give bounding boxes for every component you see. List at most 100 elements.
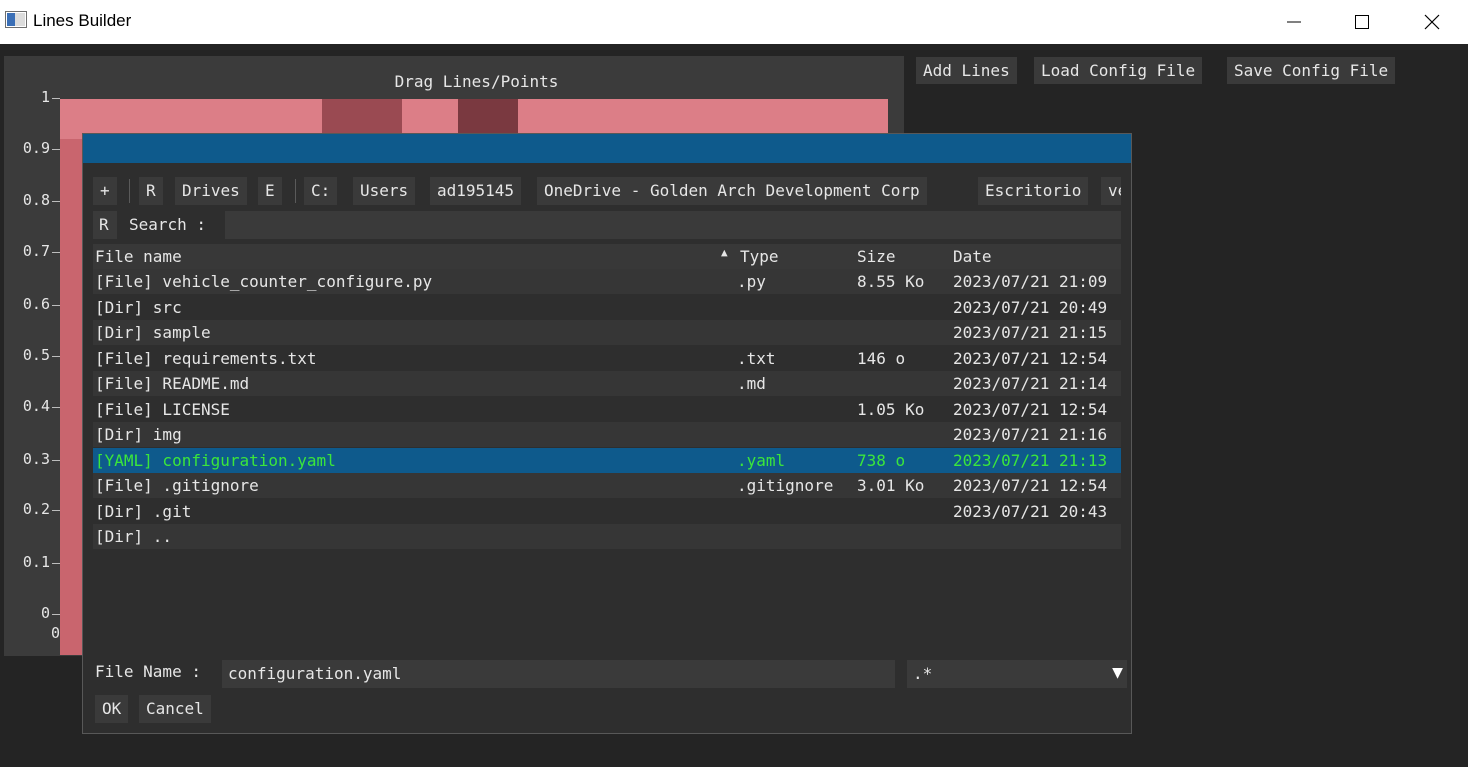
y-tick-label: 0 [40,604,50,622]
add-lines-button[interactable]: Add Lines [916,57,1017,84]
dropdown-arrow-icon: ▼ [1112,662,1123,683]
table-row-selected[interactable]: [YAML] configuration.yaml .yaml 738 o 2023/… [93,447,1121,473]
y-tick-mark [52,305,60,306]
path-segment-escritorio[interactable]: Escritorio [978,177,1089,205]
table-row[interactable]: [Dir] img 2023/07/21 21:16 [93,422,1121,447]
cell-name: [File] vehicle_counter_configure.py [95,272,433,291]
new-folder-button[interactable]: + [93,177,117,205]
cell-type: .py [737,272,766,291]
y-tick-mark [52,149,60,150]
table-row[interactable]: [Dir] .git 2023/07/21 20:43 [93,499,1121,524]
sort-ascending-icon: ▲ [721,246,728,259]
cell-date: 2023/07/21 21:14 [953,374,1108,393]
file-name-label: File Name : [95,662,201,681]
y-tick-label: 0.9 [22,139,50,157]
y-tick-mark [52,407,60,408]
cell-date: 2023/07/21 21:09 [953,272,1108,291]
column-header-date[interactable]: Date [953,247,992,266]
y-tick-mark [52,460,60,461]
window-title: Lines Builder [33,11,132,30]
filter-value: .* [913,664,933,683]
y-tick-label: 1 [40,88,50,106]
cell-name: [File] requirements.txt [95,348,317,368]
file-table: File name ▲ Type Size Date [File] vehicl… [93,244,1121,649]
table-row[interactable]: [File] vehicle_counter_configure.py .py 8.… [93,269,1121,294]
y-tick-label: 0.1 [22,553,50,571]
drives-button[interactable]: Drives [175,177,247,205]
path-segment-onedrive[interactable]: OneDrive - Golden Arch Development Corp [537,177,927,205]
close-icon [1424,14,1440,30]
path-segment-drive[interactable]: C: [304,177,338,205]
cell-type: .gitignore [737,476,834,495]
y-tick-mark [52,98,60,99]
path-bar: + R Drives E C: Users ad195145 OneDrive … [93,177,1121,205]
table-row[interactable]: [File] requirements.txt .txt 146 o 2023/07/… [93,346,1121,371]
cell-name: [Dir] .git [95,501,192,521]
window-titlebar: Lines Builder [0,0,1468,44]
cell-size: 8.55 Ko [857,272,925,291]
close-button[interactable] [1409,0,1455,44]
table-row[interactable]: [Dir] .. [93,524,1121,549]
table-row[interactable]: [Dir] src 2023/07/21 20:49 [93,295,1121,320]
cell-name: [Dir] src [95,297,182,317]
maximize-button[interactable] [1339,0,1385,44]
cell-date: 2023/07/21 12:54 [953,348,1108,368]
y-tick-mark [52,356,60,357]
path-segment-user[interactable]: ad195145 [430,177,522,205]
maximize-icon [1355,15,1369,29]
y-tick-label: 0.6 [22,295,50,313]
cell-date: 2023/07/21 21:15 [953,323,1108,342]
search-input[interactable] [225,211,1121,239]
edit-path-button[interactable]: E [258,177,282,205]
save-config-button[interactable]: Save Config File [1227,57,1396,84]
cell-name: [YAML] configuration.yaml [95,450,336,470]
x-tick-label: 0 [51,624,61,642]
cell-date: 2023/07/21 20:43 [953,501,1108,521]
cell-type: .yaml [737,450,786,470]
y-tick-mark [52,201,60,202]
y-tick-label: 0.4 [22,397,50,415]
load-config-button[interactable]: Load Config File [1034,57,1203,84]
search-label: Search : [129,215,207,234]
path-segment-users[interactable]: Users [353,177,416,205]
cell-date: 2023/07/21 12:54 [953,399,1108,419]
cell-date: 2023/07/21 21:16 [953,425,1108,444]
table-row[interactable]: [File] .gitignore .gitignore 3.01 Ko 2023/0… [93,473,1121,498]
minimize-button[interactable] [1271,0,1317,44]
table-row[interactable]: [File] README.md .md 2023/07/21 21:14 [93,371,1121,396]
cancel-button[interactable]: Cancel [139,695,211,723]
cell-type: .md [737,374,766,393]
column-header-name[interactable]: File name [95,247,182,266]
path-separator [295,179,296,203]
cell-type: .txt [737,348,776,368]
path-segment-truncated[interactable]: ve [1101,177,1121,205]
dialog-titlebar[interactable] [83,134,1131,163]
column-header-size[interactable]: Size [857,247,896,266]
reset-search-button[interactable]: R [93,211,117,239]
ok-button[interactable]: OK [95,695,129,723]
cell-name: [File] .gitignore [95,476,259,495]
path-separator [129,179,130,203]
y-tick-label: 0.2 [22,500,50,518]
column-header-type[interactable]: Type [740,247,779,266]
reset-path-button[interactable]: R [139,177,163,205]
y-tick-label: 0.7 [22,242,50,260]
app-icon [5,11,27,28]
file-filter-select[interactable]: .* ▼ [907,660,1127,688]
y-tick-label: 0.8 [22,191,50,209]
cell-name: [File] README.md [95,374,250,393]
y-tick-mark [52,563,60,564]
file-name-input[interactable]: configuration.yaml [222,660,895,688]
table-header: File name ▲ Type Size Date [93,244,1121,269]
table-row[interactable]: [Dir] sample 2023/07/21 21:15 [93,320,1121,345]
y-tick-label: 0.5 [22,346,50,364]
cell-name: [Dir] .. [95,527,173,546]
cell-name: [File] LICENSE [95,399,230,419]
cell-name: [Dir] sample [95,323,211,342]
search-row: R Search : [93,211,1121,239]
table-row[interactable]: [File] LICENSE 1.05 Ko 2023/07/21 12:54 [93,397,1121,422]
cell-size: 1.05 Ko [857,399,925,419]
cell-date: 2023/07/21 21:13 [953,450,1108,470]
y-tick-mark [52,510,60,511]
y-tick-mark [52,252,60,253]
